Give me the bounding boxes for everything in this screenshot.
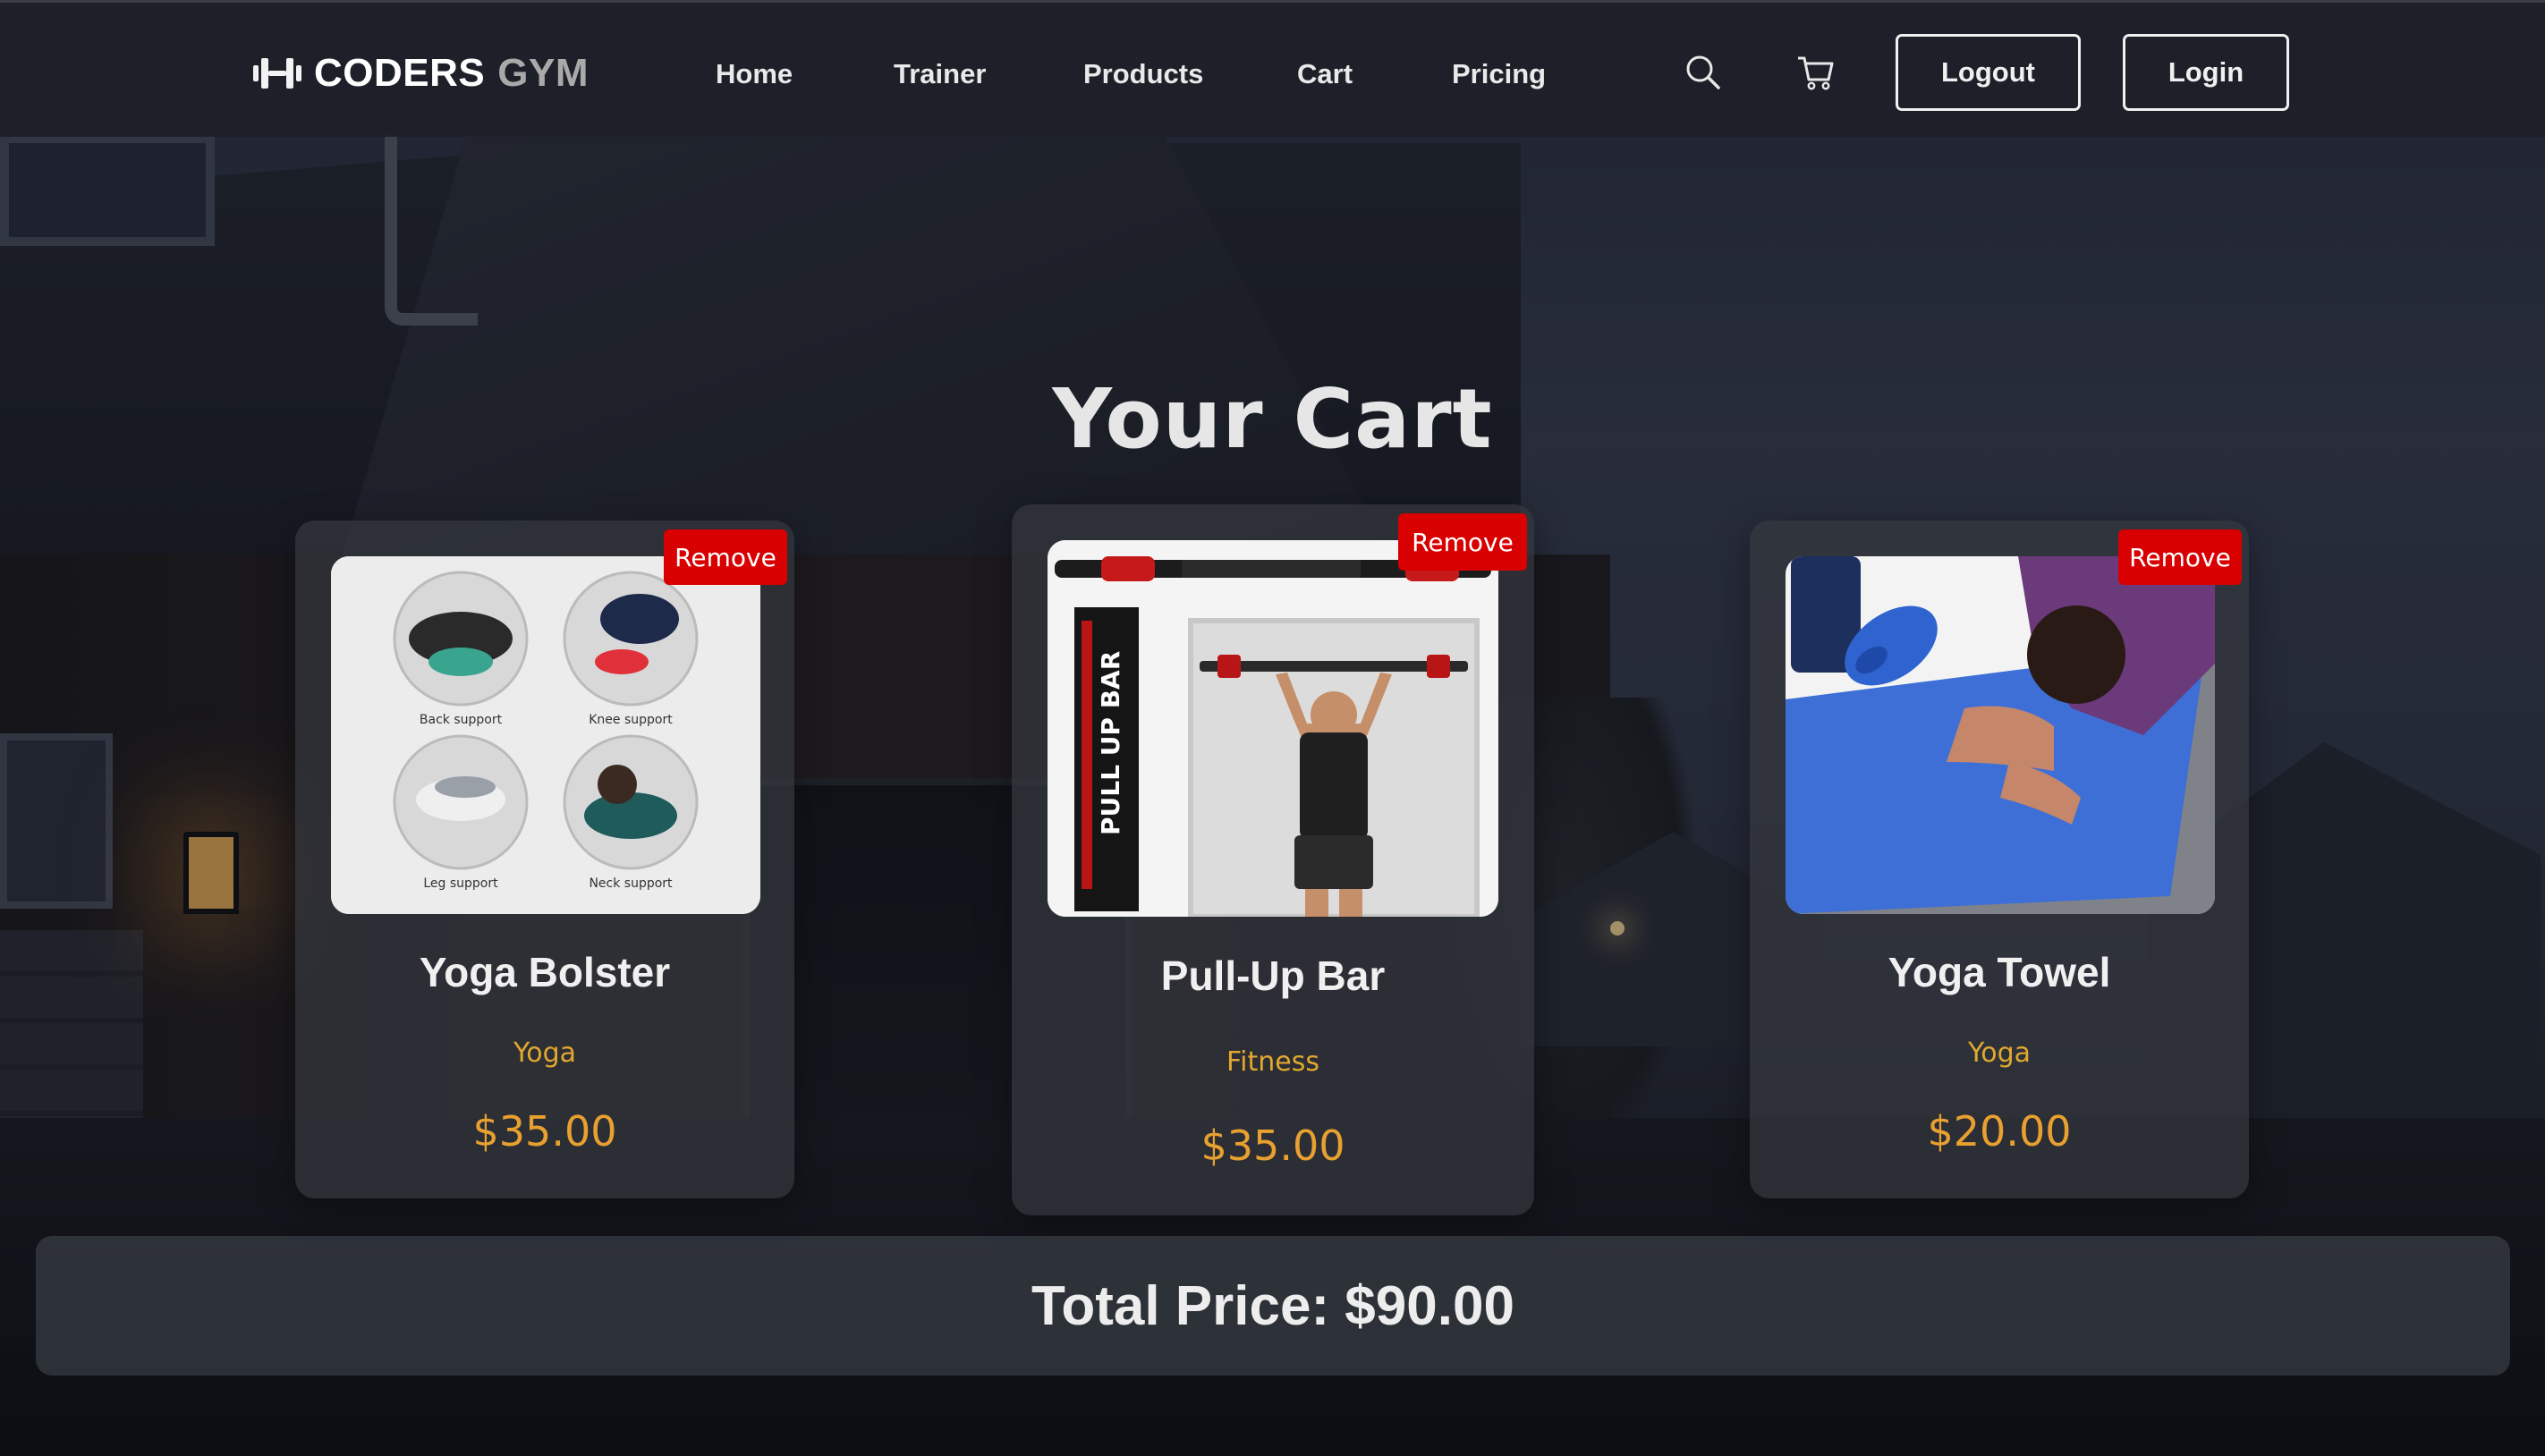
caption-leg-support: Leg support [423,876,498,891]
brand-word-2: GYM [497,51,589,95]
page-title: Your Cart [1052,371,1493,467]
nav-pricing[interactable]: Pricing [1452,58,1546,90]
logout-button[interactable]: Logout [1896,34,2081,111]
product-image-pull-up-bar: PULL UP BAR [1048,540,1498,917]
product-category: Yoga [1967,1037,2032,1069]
total-price-bar: Total Price: $90.00 [36,1236,2510,1376]
pull-up-box-text: PULL UP BAR [1096,651,1125,835]
total-price: Total Price: $90.00 [1031,1274,1514,1337]
product-price: $35.00 [472,1107,617,1155]
remove-button[interactable]: Remove [2118,529,2242,585]
product-price: $35.00 [1200,1122,1345,1170]
caption-knee-support: Knee support [589,713,673,727]
remove-button[interactable]: Remove [1398,513,1527,571]
product-name: Yoga Bolster [419,949,671,995]
cart-item-card: Back support Knee support Leg support Ne… [295,521,794,1198]
nav-products[interactable]: Products [1083,58,1203,90]
brand-logo[interactable]: CODERS GYM [253,51,589,96]
cart-item-card: Remove Yoga Towel Yoga $20.00 [1750,521,2249,1198]
product-price: $20.00 [1927,1107,2072,1155]
top-navbar: CODERS GYM Home Trainer Products Cart Pr… [0,0,2545,137]
cart-icon[interactable] [1796,53,1836,92]
caption-back-support: Back support [420,713,503,727]
product-image-yoga-towel [1786,556,2215,914]
product-image-yoga-bolster: Back support Knee support Leg support Ne… [331,556,760,914]
login-button[interactable]: Login [2123,34,2289,111]
product-category: Fitness [1226,1046,1319,1078]
caption-neck-support: Neck support [589,876,673,891]
product-name: Pull-Up Bar [1160,952,1386,999]
dumbbell-icon [253,58,301,89]
nav-home[interactable]: Home [716,58,793,90]
nav-cart[interactable]: Cart [1297,58,1353,90]
nav-trainer[interactable]: Trainer [894,58,986,90]
cart-item-card: PULL UP BAR Remove Pull-Up Bar Fitness $… [1012,504,1534,1215]
product-category: Yoga [513,1037,577,1069]
search-icon[interactable] [1684,53,1723,92]
remove-button[interactable]: Remove [664,529,787,585]
brand-word-1: CODERS [314,51,486,95]
product-name: Yoga Towel [1888,949,2111,995]
